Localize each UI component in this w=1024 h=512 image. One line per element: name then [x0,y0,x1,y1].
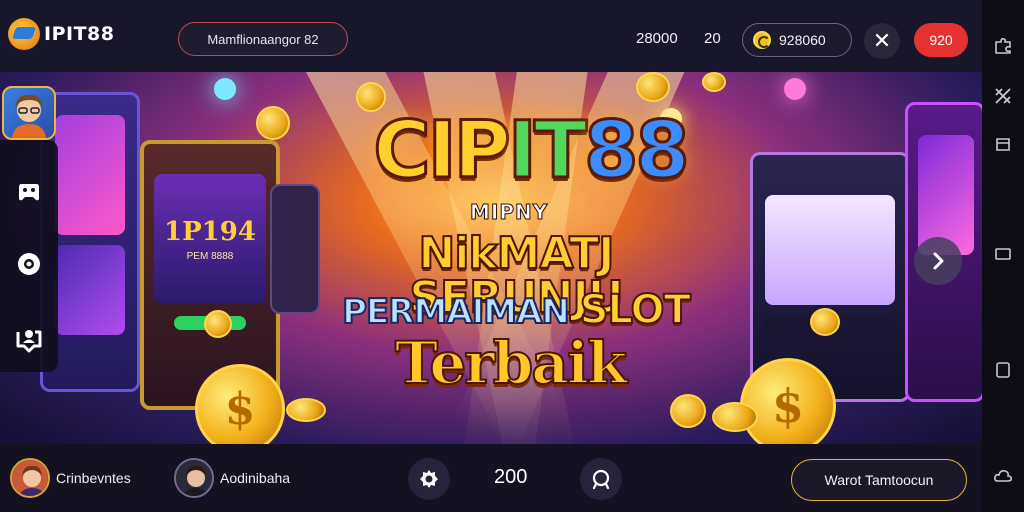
left-machine-subtext: PEM 8888 [186,250,234,262]
top-bar: IPIT88 Mamflionaangor 82 28000 20 928060… [0,0,982,72]
left-machine-display: 1P194 [164,216,256,247]
brand-title: CIPIT88 [372,106,691,196]
coin-symbol: $ [224,383,256,435]
brand-logo[interactable]: IPIT88 [8,18,114,50]
player-name-2: Aodinibaha [220,470,291,486]
left-icon-rail [0,140,58,372]
player-entry-2[interactable]: Aodinibaha [174,458,290,498]
wallet-balance[interactable]: 928060 [742,23,852,57]
small-coin [286,398,326,422]
gold-coin: $ [740,358,836,444]
brand-tagline: MIPNY [469,200,549,225]
player-entry-1[interactable]: Crinbevntes [10,458,131,498]
settings-icon[interactable] [15,250,43,278]
promo-banner[interactable]: 1P194 PEM 8888 $ $ CIPIT88 MIPNY NikMATJ… [0,72,982,444]
small-coin [636,72,670,102]
message-icon[interactable] [993,244,1013,264]
slot-machine-left-small [270,184,320,314]
refresh-button[interactable] [580,458,622,500]
gear-icon [420,470,438,488]
chevron-right-icon [933,252,944,270]
spotlight [784,78,806,100]
cta-button[interactable]: Warot Tamtoocun [791,459,967,501]
cloud-icon[interactable] [993,466,1013,486]
spotlight [214,78,236,100]
face-icon [176,460,212,496]
topup-button[interactable]: 920 [914,23,968,57]
small-coin [810,308,840,336]
user-avatar[interactable] [2,86,56,140]
logo-icon [8,18,40,50]
headline-line2: PERMAIMAN SLOT [341,287,692,333]
close-icon: ✕ [872,28,892,53]
avatar-face-icon [12,94,46,138]
settings-button[interactable] [408,458,450,500]
right-icon-rail [982,0,1024,512]
wallet-amount: 928060 [779,32,826,48]
headline-line3: Terbaik [394,329,628,397]
player-name-1: Crinbevntes [56,470,131,486]
small-coin [256,106,290,140]
close-button[interactable]: ✕ [864,23,900,59]
player-avatar [10,458,50,498]
coin-symbol: $ [771,379,804,433]
small-coin [702,72,726,92]
chat-user-icon[interactable] [15,326,43,354]
small-coin [712,402,758,432]
puzzle-icon[interactable] [993,36,1013,56]
controller-icon[interactable] [15,178,43,206]
logo-text: IPIT88 [44,23,115,45]
crossed-tools-icon[interactable] [993,86,1013,106]
small-coin [204,310,232,338]
refresh-icon [592,469,610,490]
stat-value-a: 28000 [636,30,678,47]
coin-icon [753,31,771,49]
gold-coin: $ [195,364,285,444]
small-coin [670,394,706,428]
next-slide-button[interactable] [914,237,962,285]
player-avatar [174,458,214,498]
online-count: 200 [494,466,528,488]
bookmark-icon[interactable] [993,134,1013,154]
face-icon [12,460,48,496]
tablet-icon[interactable] [993,360,1013,380]
stat-value-b: 20 [704,30,721,47]
search-field[interactable]: Mamflionaangor 82 [178,22,348,56]
app-root: IPIT88 Mamflionaangor 82 28000 20 928060… [0,0,1024,512]
